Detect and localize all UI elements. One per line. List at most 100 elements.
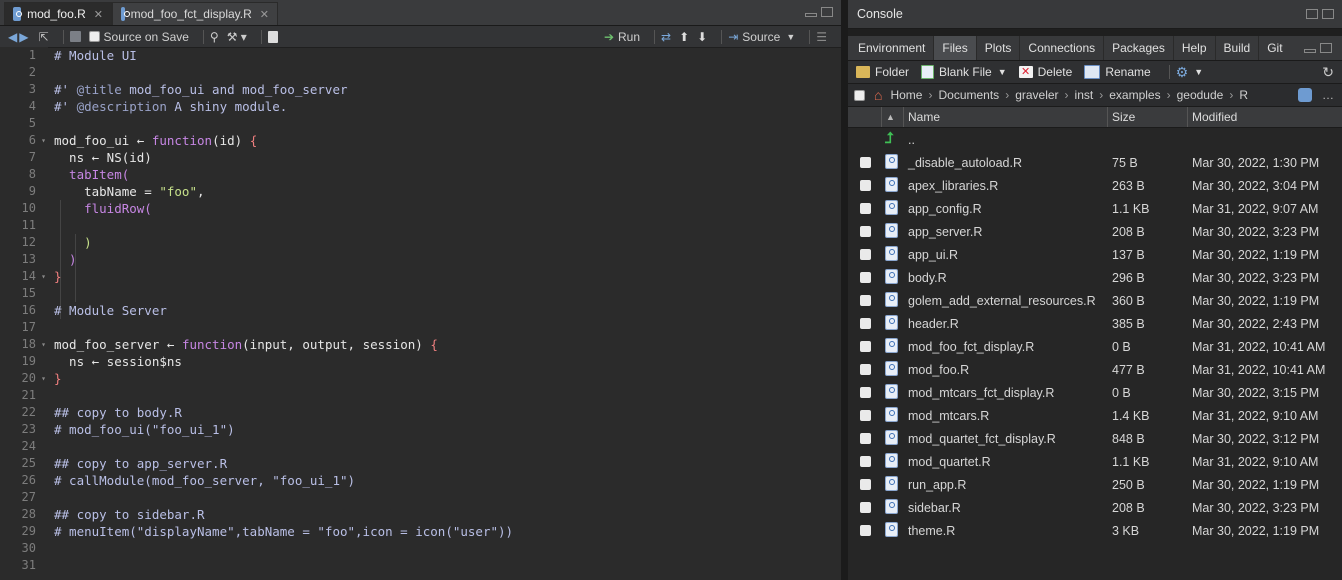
magic-wand-icon[interactable]: ⚒ ▾ bbox=[227, 30, 247, 44]
file-row[interactable]: mod_foo.R 477 B Mar 31, 2022, 10:41 AM bbox=[848, 358, 1342, 381]
code-line[interactable]: ns ← NS(id) bbox=[54, 149, 841, 166]
file-row[interactable]: mod_quartet_fct_display.R 848 B Mar 30, 20… bbox=[848, 427, 1342, 450]
fold-arrow-icon[interactable]: ▾ bbox=[41, 268, 46, 285]
file-name[interactable]: sidebar.R bbox=[908, 501, 961, 515]
tab-git[interactable]: Git bbox=[1259, 36, 1295, 60]
code-line[interactable]: } bbox=[54, 268, 841, 285]
code-line[interactable] bbox=[54, 64, 841, 81]
tab-plots[interactable]: Plots bbox=[977, 36, 1021, 60]
blank-file-button[interactable]: Blank File ▼ bbox=[921, 65, 1007, 79]
code-line[interactable]: mod_foo_server ← function(input, output,… bbox=[54, 336, 841, 353]
tab-mod-foo[interactable]: mod_foo.R ✕ bbox=[4, 2, 112, 25]
code-line[interactable] bbox=[54, 319, 841, 336]
breadcrumb-documents[interactable]: Documents bbox=[938, 88, 999, 102]
file-name[interactable]: mod_mtcars.R bbox=[908, 409, 989, 423]
column-name[interactable]: Name bbox=[904, 107, 1108, 127]
code-area[interactable]: 1 2 3 4 5 6 ▾ 7 8 9 10 11 12 13 14 ▾ 15 16 17 18 ▾ 19 20 ▾ 21 22 2… bbox=[0, 47, 841, 580]
show-in-window-icon[interactable]: ⇱ bbox=[38, 30, 48, 44]
code-line[interactable] bbox=[54, 540, 841, 557]
file-name[interactable]: app_ui.R bbox=[908, 248, 958, 262]
file-name[interactable]: mod_quartet_fct_display.R bbox=[908, 432, 1056, 446]
outline-icon[interactable]: ☰ bbox=[816, 30, 827, 44]
fold-arrow-icon[interactable]: ▾ bbox=[41, 370, 46, 387]
file-checkbox[interactable] bbox=[860, 295, 871, 306]
tab-build[interactable]: Build bbox=[1216, 36, 1260, 60]
compile-report-icon[interactable] bbox=[267, 30, 278, 43]
close-icon[interactable]: ✕ bbox=[260, 8, 269, 21]
code-line[interactable] bbox=[54, 285, 841, 302]
home-icon[interactable]: ⌂ bbox=[874, 87, 882, 103]
file-row[interactable]: _disable_autoload.R 75 B Mar 30, 2022, 1:3… bbox=[848, 151, 1342, 174]
rerun-icon[interactable]: ⇄ bbox=[661, 30, 671, 44]
file-checkbox[interactable] bbox=[860, 318, 871, 329]
file-name[interactable]: _disable_autoload.R bbox=[908, 156, 1022, 170]
file-row[interactable]: run_app.R 250 B Mar 30, 2022, 1:19 PM bbox=[848, 473, 1342, 496]
code-lines[interactable]: # Module UI #' @title mod_foo_ui and mod_… bbox=[54, 47, 841, 574]
file-name[interactable]: mod_foo_fct_display.R bbox=[908, 340, 1034, 354]
breadcrumb-home[interactable]: Home bbox=[890, 88, 922, 102]
file-name[interactable]: golem_add_external_resources.R bbox=[908, 294, 1096, 308]
file-row[interactable]: sidebar.R 208 B Mar 30, 2022, 3:23 PM bbox=[848, 496, 1342, 519]
console-header[interactable]: Console bbox=[848, 0, 1342, 29]
tab-mod-foo-fct-display[interactable]: mod_foo_fct_display.R ✕ bbox=[112, 2, 278, 25]
tab-packages[interactable]: Packages bbox=[1104, 36, 1174, 60]
file-checkbox[interactable] bbox=[860, 502, 871, 513]
sort-up-icon[interactable]: ▲ bbox=[882, 107, 904, 127]
forward-arrow-icon[interactable]: ▶ bbox=[19, 30, 28, 44]
code-line[interactable] bbox=[54, 489, 841, 506]
more-gear-button[interactable]: ⚙ ▼ bbox=[1176, 64, 1203, 81]
code-line[interactable]: # mod_foo_ui("foo_ui_1") bbox=[54, 421, 841, 438]
project-icon[interactable] bbox=[1298, 88, 1312, 102]
new-folder-button[interactable]: Folder bbox=[856, 65, 909, 79]
close-icon[interactable]: ✕ bbox=[94, 8, 103, 21]
file-checkbox[interactable] bbox=[860, 525, 871, 536]
file-row[interactable]: header.R 385 B Mar 30, 2022, 2:43 PM bbox=[848, 312, 1342, 335]
file-name[interactable]: run_app.R bbox=[908, 478, 966, 492]
code-line[interactable]: fluidRow( bbox=[54, 200, 841, 217]
file-row[interactable]: mod_quartet.R 1.1 KB Mar 31, 2022, 9:10 AM bbox=[848, 450, 1342, 473]
save-icon[interactable] bbox=[69, 31, 81, 42]
file-checkbox[interactable] bbox=[860, 157, 871, 168]
refresh-icon[interactable]: ↻ bbox=[1322, 64, 1334, 81]
file-row[interactable]: mod_mtcars.R 1.4 KB Mar 31, 2022, 9:10 AM bbox=[848, 404, 1342, 427]
file-row[interactable]: theme.R 3 KB Mar 30, 2022, 1:19 PM bbox=[848, 519, 1342, 542]
code-line[interactable]: ns ← session$ns bbox=[54, 353, 841, 370]
column-size[interactable]: Size bbox=[1108, 107, 1188, 127]
file-name[interactable]: mod_foo.R bbox=[908, 363, 969, 377]
file-checkbox[interactable] bbox=[860, 479, 871, 490]
source-on-save-toggle[interactable]: Source on Save bbox=[88, 30, 189, 44]
file-checkbox[interactable] bbox=[860, 387, 871, 398]
run-button[interactable]: ➔ Run bbox=[604, 30, 640, 44]
file-row[interactable]: app_config.R 1.1 KB Mar 31, 2022, 9:07 AM bbox=[848, 197, 1342, 220]
breadcrumb-examples[interactable]: examples bbox=[1109, 88, 1160, 102]
file-row[interactable]: app_server.R 208 B Mar 30, 2022, 3:23 PM bbox=[848, 220, 1342, 243]
rename-button[interactable]: Rename bbox=[1084, 65, 1151, 79]
pane-splitter[interactable] bbox=[841, 0, 848, 580]
code-line[interactable] bbox=[54, 115, 841, 132]
file-checkbox[interactable] bbox=[860, 456, 871, 467]
chevron-down-icon[interactable]: ▼ bbox=[998, 67, 1007, 77]
file-checkbox[interactable] bbox=[860, 341, 871, 352]
chevron-down-icon[interactable]: ▼ bbox=[786, 32, 795, 42]
breadcrumb-r[interactable]: R bbox=[1239, 88, 1248, 102]
fold-arrow-icon[interactable]: ▾ bbox=[41, 336, 46, 353]
back-arrow-icon[interactable]: ◀ bbox=[8, 30, 17, 44]
down-arrow-icon[interactable]: ⬇ bbox=[697, 30, 707, 44]
code-line[interactable]: ## copy to body.R bbox=[54, 404, 841, 421]
file-checkbox[interactable] bbox=[860, 433, 871, 444]
code-line[interactable]: # Module Server bbox=[54, 302, 841, 319]
parent-directory-row[interactable]: ⮥ .. bbox=[848, 128, 1342, 151]
tab-files[interactable]: Files bbox=[934, 36, 977, 60]
file-checkbox[interactable] bbox=[860, 410, 871, 421]
file-row[interactable]: mod_foo_fct_display.R 0 B Mar 31, 2022, 10… bbox=[848, 335, 1342, 358]
file-name[interactable]: app_server.R bbox=[908, 225, 982, 239]
file-name[interactable]: app_config.R bbox=[908, 202, 982, 216]
code-line[interactable] bbox=[54, 217, 841, 234]
more-icon[interactable]: … bbox=[1322, 88, 1334, 102]
tab-environment[interactable]: Environment bbox=[850, 36, 935, 60]
file-row[interactable]: apex_libraries.R 263 B Mar 30, 2022, 3:04 … bbox=[848, 174, 1342, 197]
fold-arrow-icon[interactable]: ▾ bbox=[41, 132, 46, 149]
code-line[interactable]: tabName = "foo", bbox=[54, 183, 841, 200]
code-line[interactable]: tabItem( bbox=[54, 166, 841, 183]
code-line[interactable]: ) bbox=[54, 234, 841, 251]
